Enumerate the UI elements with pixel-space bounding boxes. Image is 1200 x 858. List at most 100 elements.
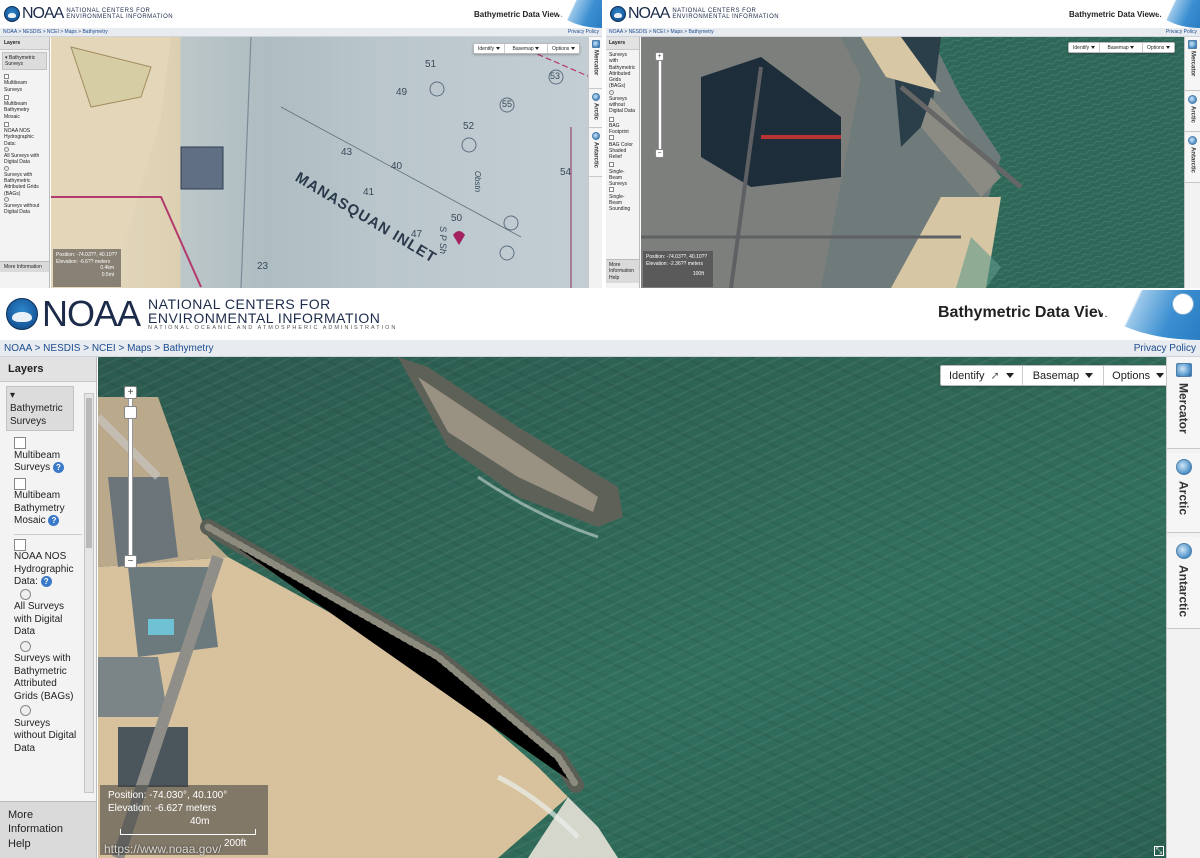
without-digital-label: Surveys without Digital Data — [609, 95, 635, 115]
basemap-button[interactable]: Basemap — [1100, 43, 1144, 52]
chevron-down-icon — [570, 47, 575, 50]
breadcrumb-text[interactable]: NOAA > NESDIS > NCEI > Maps > Bathymetry — [4, 343, 214, 354]
viewer-top-right: NOAA NATIONAL CENTERS FOR ENVIRONMENTAL … — [606, 0, 1200, 288]
all-digital-label: All Surveys with Digital Data — [4, 153, 40, 166]
elevation-text: Elevation: -2.36?? meters — [646, 260, 703, 267]
multibeam-surveys-label: Multibeam Surveys — [4, 80, 28, 93]
identify-button[interactable]: Identify ➚ — [941, 366, 1023, 385]
zoom-in-button[interactable]: + — [124, 386, 137, 399]
antarctic-globe-icon — [591, 132, 600, 140]
multibeam-surveys-checkbox[interactable] — [4, 74, 9, 79]
noaa-logo[interactable]: NOAA NATIONAL CENTERS FOR ENVIRONMENTAL … — [4, 5, 173, 23]
identify-button[interactable]: Identify — [474, 44, 505, 53]
map-view[interactable]: + − Identify ➚ Basemap Options Position: … — [98, 357, 1166, 858]
scale-label: 100ft — [692, 271, 704, 277]
without-digital-radio[interactable] — [4, 196, 9, 202]
nos-data-checkbox[interactable] — [4, 121, 9, 127]
breadcrumb-text[interactable]: NOAA > NESDIS > NCEI > Maps > Bathymetry — [609, 29, 714, 35]
options-label: Options — [1147, 44, 1165, 51]
basemap-label: Basemap — [1107, 44, 1129, 51]
tab-arctic[interactable]: Arctic — [1185, 92, 1200, 132]
tab-mercator[interactable]: Mercator — [1167, 357, 1200, 449]
bag-footprint-label: BAG Footprint — [609, 122, 629, 135]
zoom-out-button[interactable]: − — [655, 149, 664, 158]
expand-icon[interactable]: ⤡ — [1154, 846, 1164, 856]
tab-arctic[interactable]: Arctic — [1167, 453, 1200, 533]
chevron-down-icon — [535, 47, 540, 50]
scale-label-ft: 200ft — [224, 838, 247, 849]
chevron-down-icon — [1130, 46, 1135, 49]
identify-label: Identify — [1073, 44, 1090, 51]
help-icon[interactable]: ? — [40, 576, 52, 587]
antarctic-label: Antarctic — [1189, 147, 1196, 174]
layers-scroll-thumb[interactable] — [86, 398, 92, 548]
multibeam-surveys-checkbox[interactable] — [14, 437, 26, 449]
options-button[interactable]: Options — [1104, 366, 1166, 385]
tab-mercator[interactable]: Mercator — [589, 37, 602, 89]
centers-line1: NATIONAL CENTERS FOR — [148, 295, 331, 312]
header-wave-graphic — [552, 0, 602, 28]
more-info-link[interactable]: More Information Help — [606, 259, 639, 283]
zoom-out-button[interactable]: − — [124, 555, 137, 568]
basemap-button[interactable]: Basemap — [505, 44, 549, 53]
layer-group-bathymetric[interactable]: ▾ Bathymetric Surveys — [6, 386, 74, 431]
more-info-label: More Information — [609, 262, 635, 275]
help-link[interactable]: Help — [609, 275, 636, 281]
all-digital-radio[interactable] — [4, 146, 9, 152]
tab-antarctic[interactable]: Antarctic — [1185, 133, 1200, 183]
map-view[interactable]: + − Identify Basemap Options Position: -… — [641, 37, 1184, 288]
without-digital-radio[interactable] — [20, 705, 31, 716]
without-digital-radio[interactable] — [609, 89, 614, 95]
options-button[interactable]: Options — [548, 44, 579, 53]
position-readout: Position: -74.03??, 40.10?? Elevation: -… — [643, 251, 713, 287]
noaa-wordmark: NOAA — [628, 5, 670, 22]
bag-footprint-checkbox[interactable] — [609, 116, 614, 122]
with-bags-radio[interactable] — [20, 640, 31, 652]
arctic-globe-icon — [1188, 95, 1197, 104]
help-icon[interactable]: ? — [48, 515, 60, 526]
single-beam-sounding-checkbox[interactable] — [609, 187, 614, 193]
layers-panel: Layers ▾ Bathymetric Surveys Multibeam S… — [0, 37, 50, 288]
mercator-label: Mercator — [1176, 383, 1191, 434]
layer-group-bathymetric[interactable]: ▾ Bathymetric Surveys — [2, 52, 47, 70]
all-digital-radio[interactable] — [20, 588, 31, 600]
privacy-link[interactable]: Privacy Policy — [568, 29, 599, 35]
noaa-seal-icon — [610, 6, 626, 22]
nos-data-checkbox[interactable] — [14, 538, 26, 551]
tab-mercator[interactable]: Mercator — [1185, 37, 1200, 91]
projection-tabs: Mercator Arctic Antarctic — [1184, 37, 1200, 288]
help-link[interactable]: Help — [8, 837, 88, 851]
tab-antarctic[interactable]: Antarctic — [589, 129, 602, 177]
layers-scrollbar[interactable] — [84, 393, 94, 793]
map-view[interactable]: MANASQUAN INLET 51 49 52 55 53 54 47 50 … — [51, 37, 590, 288]
single-beam-checkbox[interactable] — [609, 162, 614, 168]
bag-color-checkbox[interactable] — [609, 135, 614, 141]
zoom-in-button[interactable]: + — [655, 52, 664, 61]
noaa-logo[interactable]: NOAA NATIONAL CENTERS FOR ENVIRONMENTAL … — [610, 5, 779, 23]
basemap-button[interactable]: Basemap — [1023, 366, 1105, 385]
zoom-slider[interactable]: + − — [124, 386, 137, 568]
with-bags-radio[interactable] — [4, 165, 9, 171]
more-info-link[interactable]: More Information — [0, 261, 49, 272]
ncei-name: NATIONAL CENTERS FOR ENVIRONMENTAL INFOR… — [672, 8, 779, 20]
position-text: Position: -74.03??, 40.10?? — [646, 254, 708, 260]
zoom-handle[interactable] — [124, 406, 137, 419]
antarctic-globe-icon — [1188, 136, 1197, 145]
multibeam-mosaic-checkbox[interactable] — [14, 477, 26, 490]
with-bags-label: Surveys with Bathymetric Attributed Grid… — [4, 171, 39, 197]
centers-subtitle: NATIONAL OCEANIC AND ATMOSPHERIC ADMINIS… — [148, 324, 398, 331]
more-info-label: More Information — [4, 264, 42, 270]
options-button[interactable]: Options — [1143, 43, 1174, 52]
breadcrumb-text[interactable]: NOAA > NESDIS > NCEI > Maps > Bathymetry — [3, 29, 108, 35]
help-icon[interactable]: ? — [52, 462, 64, 473]
multibeam-mosaic-checkbox[interactable] — [4, 94, 9, 100]
privacy-link[interactable]: Privacy Policy — [1134, 343, 1196, 354]
privacy-link[interactable]: Privacy Policy — [1166, 29, 1197, 35]
zoom-slider[interactable]: + − — [655, 52, 664, 158]
more-info-link[interactable]: More Information Help — [0, 801, 96, 858]
noaa-logo[interactable]: NOAA NATIONAL CENTERS FOR ENVIRONMENTAL … — [6, 296, 397, 332]
tab-antarctic[interactable]: Antarctic — [1167, 537, 1200, 629]
header: NOAA NATIONAL CENTERS FOR ENVIRONMENTAL … — [0, 0, 602, 28]
identify-button[interactable]: Identify — [1069, 43, 1100, 52]
tab-arctic[interactable]: Arctic — [589, 90, 602, 128]
